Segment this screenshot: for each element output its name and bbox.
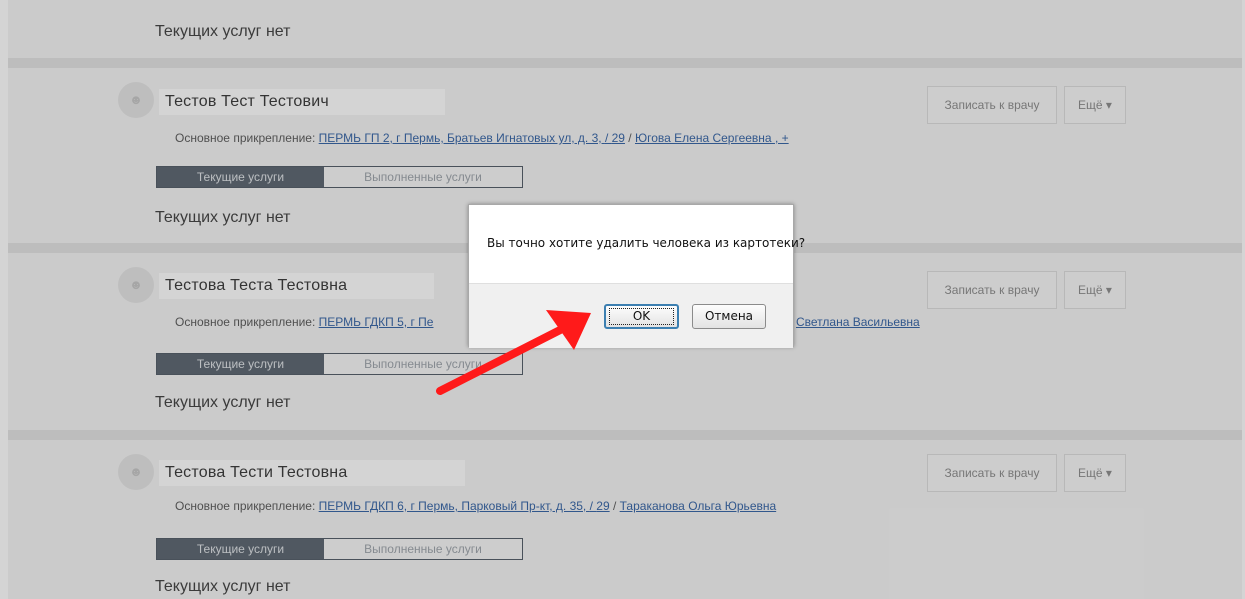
red-arrow-icon (436, 310, 591, 395)
